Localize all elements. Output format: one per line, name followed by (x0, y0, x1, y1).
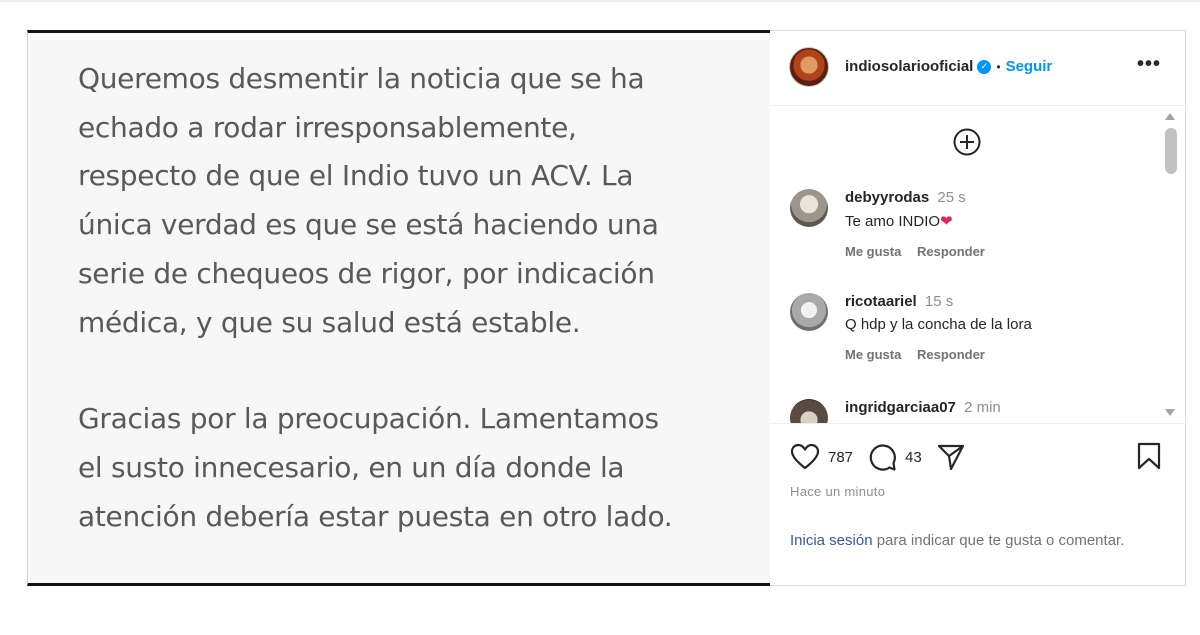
comments-list[interactable]: debyyrodas 25 s Te amo INDIO❤ Me gusta R… (770, 107, 1186, 423)
comment-text: Te amo INDIO (845, 213, 941, 230)
separator-dot: • (996, 59, 1001, 74)
comment-bubble-icon[interactable] (867, 442, 897, 472)
like-heart-icon[interactable] (790, 443, 820, 471)
author-avatar[interactable] (789, 47, 829, 87)
comment-time[interactable]: 15 s (925, 293, 953, 310)
author-row: indiosolariooficial ✓ • Seguir (845, 58, 1052, 75)
post-actions-bar: 787 43 Hace un minuto Inicia sesión para… (770, 423, 1186, 587)
post-side-panel: indiosolariooficial ✓ • Seguir ••• debyy… (770, 30, 1186, 586)
comments-count[interactable]: 43 (905, 449, 922, 466)
comment-time[interactable]: 25 s (937, 189, 965, 206)
post-image: Queremos desmentir la noticia que se ha … (27, 30, 770, 586)
reply-comment-button[interactable]: Responder (917, 347, 985, 362)
login-link[interactable]: Inicia sesión (790, 532, 873, 549)
login-prompt: Inicia sesión para indicar que te gusta … (790, 530, 1130, 552)
follow-button[interactable]: Seguir (1006, 58, 1053, 75)
statement-paragraph-2: Gracias por la preocupación. Lamentamos … (78, 402, 673, 533)
share-send-icon[interactable] (936, 442, 966, 472)
like-comment-button[interactable]: Me gusta (845, 347, 901, 362)
reply-comment-button[interactable]: Responder (917, 244, 985, 259)
comment-username[interactable]: debyyrodas (845, 189, 929, 206)
commenter-avatar[interactable] (790, 293, 828, 331)
commenter-avatar[interactable] (790, 189, 828, 227)
scrollbar-thumb[interactable] (1165, 128, 1177, 174)
top-divider (0, 0, 1200, 2)
heart-emoji-icon: ❤ (940, 213, 953, 230)
more-options-icon[interactable]: ••• (1137, 53, 1161, 76)
post-header: indiosolariooficial ✓ • Seguir ••• (770, 31, 1185, 106)
comment-username[interactable]: ingridgarciaa07 (845, 399, 956, 416)
comment-text: Q hdp y la concha de la lora (845, 316, 1032, 333)
comment-time[interactable]: 2 min (964, 399, 1001, 416)
like-comment-button[interactable]: Me gusta (845, 244, 901, 259)
scroll-up-arrow-icon[interactable] (1165, 113, 1175, 120)
login-prompt-text: para indicar que te gusta o comentar. (872, 532, 1125, 549)
scroll-down-arrow-icon[interactable] (1165, 409, 1175, 416)
save-bookmark-icon[interactable] (1136, 442, 1162, 470)
author-username[interactable]: indiosolariooficial (845, 58, 973, 75)
likes-count[interactable]: 787 (828, 449, 853, 466)
post-statement-text: Queremos desmentir la noticia que se ha … (78, 55, 738, 541)
statement-paragraph-1: Queremos desmentir la noticia que se ha … (78, 62, 659, 339)
comment-username[interactable]: ricotaariel (845, 293, 917, 310)
load-more-comments-icon[interactable] (952, 127, 982, 157)
post-time-ago[interactable]: Hace un minuto (790, 484, 885, 499)
commenter-avatar[interactable] (790, 399, 828, 423)
verified-badge-icon: ✓ (977, 59, 992, 74)
